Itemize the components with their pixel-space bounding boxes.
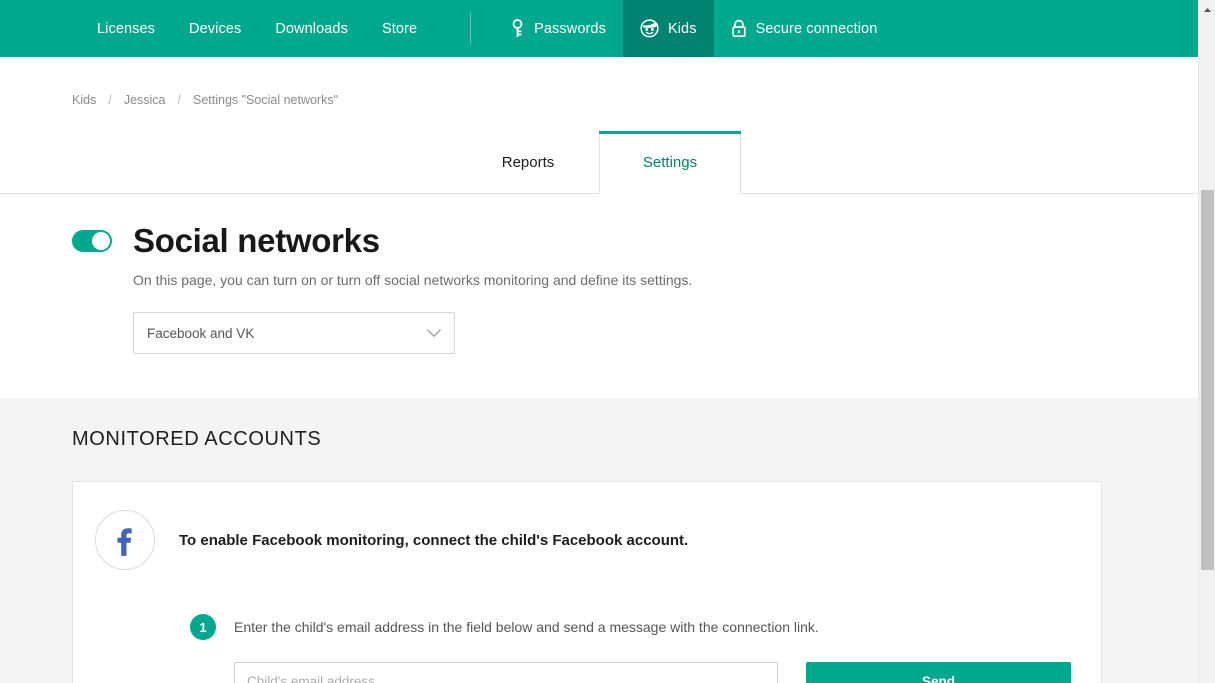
tab-label: Reports: [501, 153, 555, 171]
nav-item-store[interactable]: Store: [365, 0, 434, 57]
breadcrumb-item-current: Settings "Social networks": [192, 93, 339, 107]
nav-item-label: Store: [381, 20, 418, 37]
breadcrumb-band: Kids / Jessica / Settings "Social networ…: [0, 57, 1198, 132]
breadcrumb-separator: /: [177, 93, 181, 107]
breadcrumb-item-jessica[interactable]: Jessica: [124, 93, 166, 107]
page-title: Social networks: [133, 222, 380, 259]
social-networks-section: Social networks On this page, you can tu…: [0, 194, 1198, 398]
nav-item-kids[interactable]: Kids: [622, 0, 714, 57]
facebook-card-header: To enable Facebook monitoring, connect t…: [95, 510, 1071, 570]
nav-item-label: Downloads: [275, 20, 348, 37]
chevron-down-icon: [427, 328, 441, 338]
tab-label: Settings: [642, 154, 698, 171]
lock-icon: [731, 19, 747, 38]
nav-item-passwords[interactable]: Passwords: [493, 0, 623, 57]
scrollbar-thumb[interactable]: [1201, 190, 1214, 570]
tab-settings[interactable]: Settings: [599, 131, 741, 194]
nav-item-label: Kids: [667, 20, 697, 37]
send-button[interactable]: Send: [806, 662, 1071, 683]
page-viewport: Licenses Devices Downloads Store Passwor…: [0, 0, 1198, 683]
top-navigation-bar: Licenses Devices Downloads Store Passwor…: [0, 0, 1198, 57]
facebook-icon: [95, 510, 155, 570]
nav-item-devices[interactable]: Devices: [172, 0, 258, 57]
nav-item-label: Secure connection: [755, 20, 878, 37]
tab-reports[interactable]: Reports: [457, 131, 599, 193]
social-networks-header: Social networks: [72, 222, 1198, 260]
breadcrumb-item-kids[interactable]: Kids: [72, 93, 96, 107]
network-select[interactable]: Facebook and VK: [133, 312, 455, 354]
email-form-row: Send: [234, 662, 1071, 683]
step-instruction-text: Enter the child's email address in the f…: [234, 619, 819, 635]
social-networks-toggle[interactable]: [72, 230, 112, 252]
network-select-value: Facebook and VK: [147, 325, 255, 341]
nav-item-secure-connection[interactable]: Secure connection: [714, 0, 895, 57]
breadcrumb: Kids / Jessica / Settings "Social networ…: [72, 93, 1198, 107]
vertical-scrollbar[interactable]: [1198, 0, 1215, 683]
facebook-account-card: To enable Facebook monitoring, connect t…: [72, 481, 1102, 683]
nav-item-label: Devices: [189, 20, 242, 37]
tab-strip: Reports Settings: [0, 131, 1198, 194]
toggle-knob: [92, 232, 110, 250]
step-number-badge: 1: [190, 614, 216, 640]
facebook-card-title: To enable Facebook monitoring, connect t…: [179, 531, 689, 549]
breadcrumb-separator: /: [108, 93, 112, 107]
monitored-accounts-section: MONITORED ACCOUNTS To enable Facebook mo…: [0, 398, 1198, 683]
nav-item-downloads[interactable]: Downloads: [258, 0, 365, 57]
child-email-input[interactable]: [234, 662, 779, 683]
page-root: Licenses Devices Downloads Store Passwor…: [0, 0, 1215, 683]
scrollbar-up-arrow[interactable]: [1199, 0, 1215, 17]
nav-item-label: Licenses: [97, 20, 156, 37]
nav-item-label: Passwords: [534, 20, 606, 37]
kid-face-icon: [640, 19, 659, 38]
step-row-1: 1 Enter the child's email address in the…: [190, 614, 1071, 640]
monitored-accounts-heading: MONITORED ACCOUNTS: [72, 428, 322, 450]
nav-divider: [470, 12, 472, 45]
key-icon: [510, 19, 525, 38]
page-description: On this page, you can turn on or turn of…: [133, 272, 693, 288]
caret-up-icon: [1203, 0, 1212, 18]
nav-item-licenses[interactable]: Licenses: [80, 0, 172, 57]
